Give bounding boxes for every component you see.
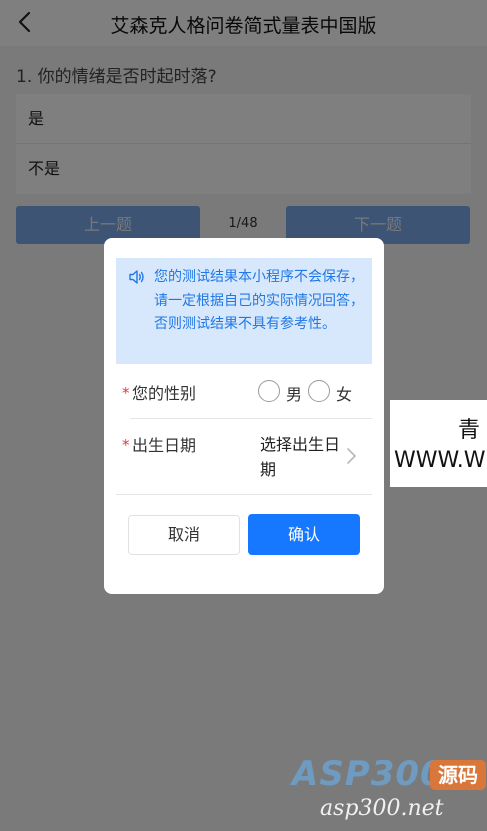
watermark-logo-text: ASP300 (292, 754, 445, 794)
birth-date-label: 出生日期 (132, 436, 197, 455)
divider (116, 494, 372, 495)
gender-label: 您的性别 (132, 384, 197, 403)
chevron-right-icon[interactable] (344, 446, 358, 466)
watermark-url: asp300.net (320, 796, 444, 821)
radio-circle-icon[interactable] (308, 380, 330, 402)
side-ad-text: 青 (458, 418, 481, 443)
birth-date-row[interactable]: * 出生日期 选择出生日期 (116, 420, 372, 494)
required-mark: * (122, 384, 130, 402)
gender-radio-male[interactable]: 男 (258, 380, 310, 404)
required-mark: * (122, 436, 130, 454)
watermark-tag: 源码 (430, 760, 486, 790)
radio-circle-icon[interactable] (258, 380, 280, 402)
gender-radio-female[interactable]: 女 (308, 380, 360, 404)
privacy-notice-text: 您的测试结果本小程序不会保存，请一定根据自己的实际情况回答，否则测试结果不具有参… (154, 269, 364, 332)
gender-option-male-label[interactable]: 男 (286, 381, 302, 405)
cancel-button[interactable]: 取消 (128, 515, 240, 555)
user-info-dialog: 您的测试结果本小程序不会保存，请一定根据自己的实际情况回答，否则测试结果不具有参… (104, 238, 384, 594)
site-watermark: ASP300 源码 asp300.net (290, 750, 487, 831)
speaker-icon (129, 270, 144, 284)
side-advertisement[interactable]: 青 WWW.W (390, 400, 487, 487)
gender-row: * 您的性别 男 女 (116, 368, 372, 418)
side-ad-url: WWW.W (394, 448, 486, 473)
divider (130, 418, 372, 419)
privacy-notice: 您的测试结果本小程序不会保存，请一定根据自己的实际情况回答，否则测试结果不具有参… (116, 258, 372, 364)
birth-date-picker[interactable]: 选择出生日期 (260, 432, 340, 482)
gender-option-female-label[interactable]: 女 (336, 381, 352, 405)
confirm-button[interactable]: 确认 (248, 514, 360, 555)
